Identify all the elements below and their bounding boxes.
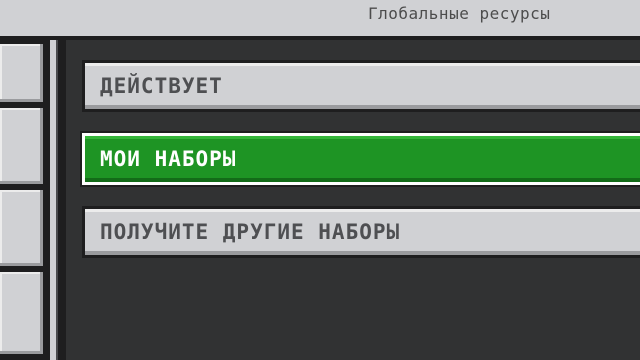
sidebar bbox=[0, 40, 50, 360]
sidebar-tab-2[interactable] bbox=[0, 108, 43, 184]
sidebar-tab-3[interactable] bbox=[0, 190, 43, 266]
header-bar: Глобальные ресурсы bbox=[0, 0, 640, 36]
my-packs-button[interactable]: МОИ НАБОРЫ bbox=[82, 133, 640, 185]
my-packs-label: МОИ НАБОРЫ bbox=[100, 147, 237, 171]
get-more-packs-button[interactable]: ПОЛУЧИТЕ ДРУГИЕ НАБОРЫ bbox=[82, 206, 640, 258]
page-title: Глобальные ресурсы bbox=[368, 4, 551, 23]
sidebar-tab-1[interactable] bbox=[0, 44, 43, 102]
sidebar-tab-4[interactable] bbox=[0, 272, 43, 354]
get-more-packs-label: ПОЛУЧИТЕ ДРУГИЕ НАБОРЫ bbox=[100, 220, 401, 244]
active-packs-label: ДЕЙСТВУЕТ bbox=[100, 74, 223, 98]
panel-divider bbox=[56, 40, 58, 360]
active-packs-button[interactable]: ДЕЙСТВУЕТ bbox=[82, 60, 640, 112]
